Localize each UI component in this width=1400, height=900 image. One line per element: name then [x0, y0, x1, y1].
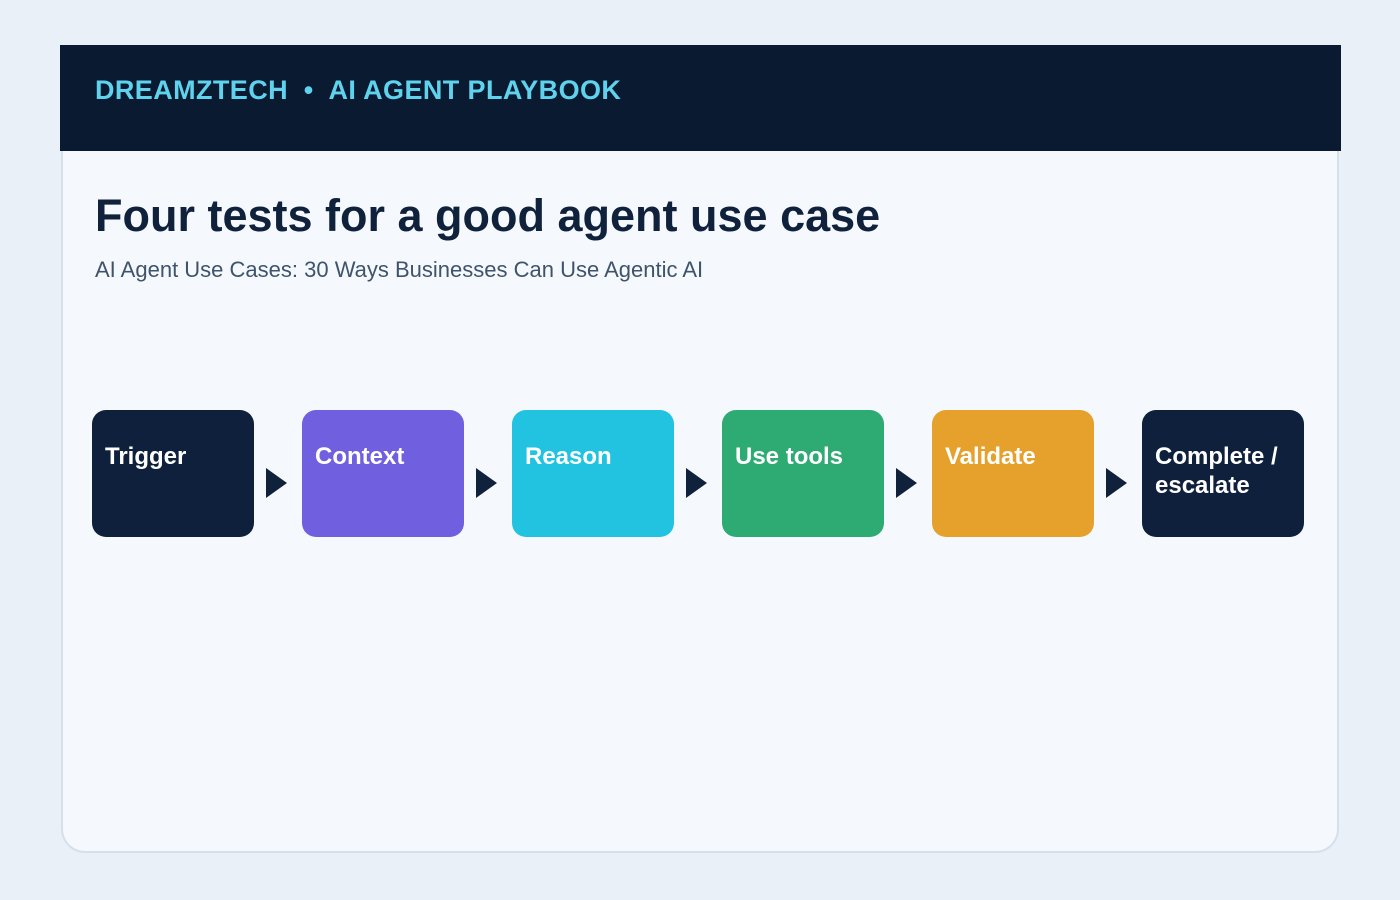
triangle-right-icon: [1106, 468, 1127, 498]
flow-step-context: Context: [302, 410, 464, 537]
brand-label: DREAMZTECH • AI AGENT PLAYBOOK: [95, 75, 622, 105]
flow-step-label: Complete / escalate: [1155, 443, 1278, 499]
process-flow: Trigger Context Reason Use tools Validat…: [92, 410, 1304, 537]
flow-step-use-tools: Use tools: [722, 410, 884, 537]
flow-step-reason: Reason: [512, 410, 674, 537]
flow-step-label: Use tools: [735, 443, 844, 470]
page-title: Four tests for a good agent use case: [95, 190, 881, 241]
flow-step-trigger: Trigger: [92, 410, 254, 537]
triangle-right-icon: [896, 468, 917, 498]
flow-step-complete-escalate: Complete / escalate: [1142, 410, 1304, 537]
flow-step-label: Validate: [945, 443, 1036, 470]
triangle-right-icon: [476, 468, 497, 498]
header-banner: DREAMZTECH • AI AGENT PLAYBOOK: [60, 45, 1341, 151]
flow-step-label: Trigger: [105, 443, 187, 470]
triangle-right-icon: [686, 468, 707, 498]
flow-step-validate: Validate: [932, 410, 1094, 537]
flow-step-label: Reason: [525, 443, 612, 470]
flow-step-label: Context: [315, 443, 405, 470]
triangle-right-icon: [266, 468, 287, 498]
page-subtitle: AI Agent Use Cases: 30 Ways Businesses C…: [95, 257, 704, 282]
